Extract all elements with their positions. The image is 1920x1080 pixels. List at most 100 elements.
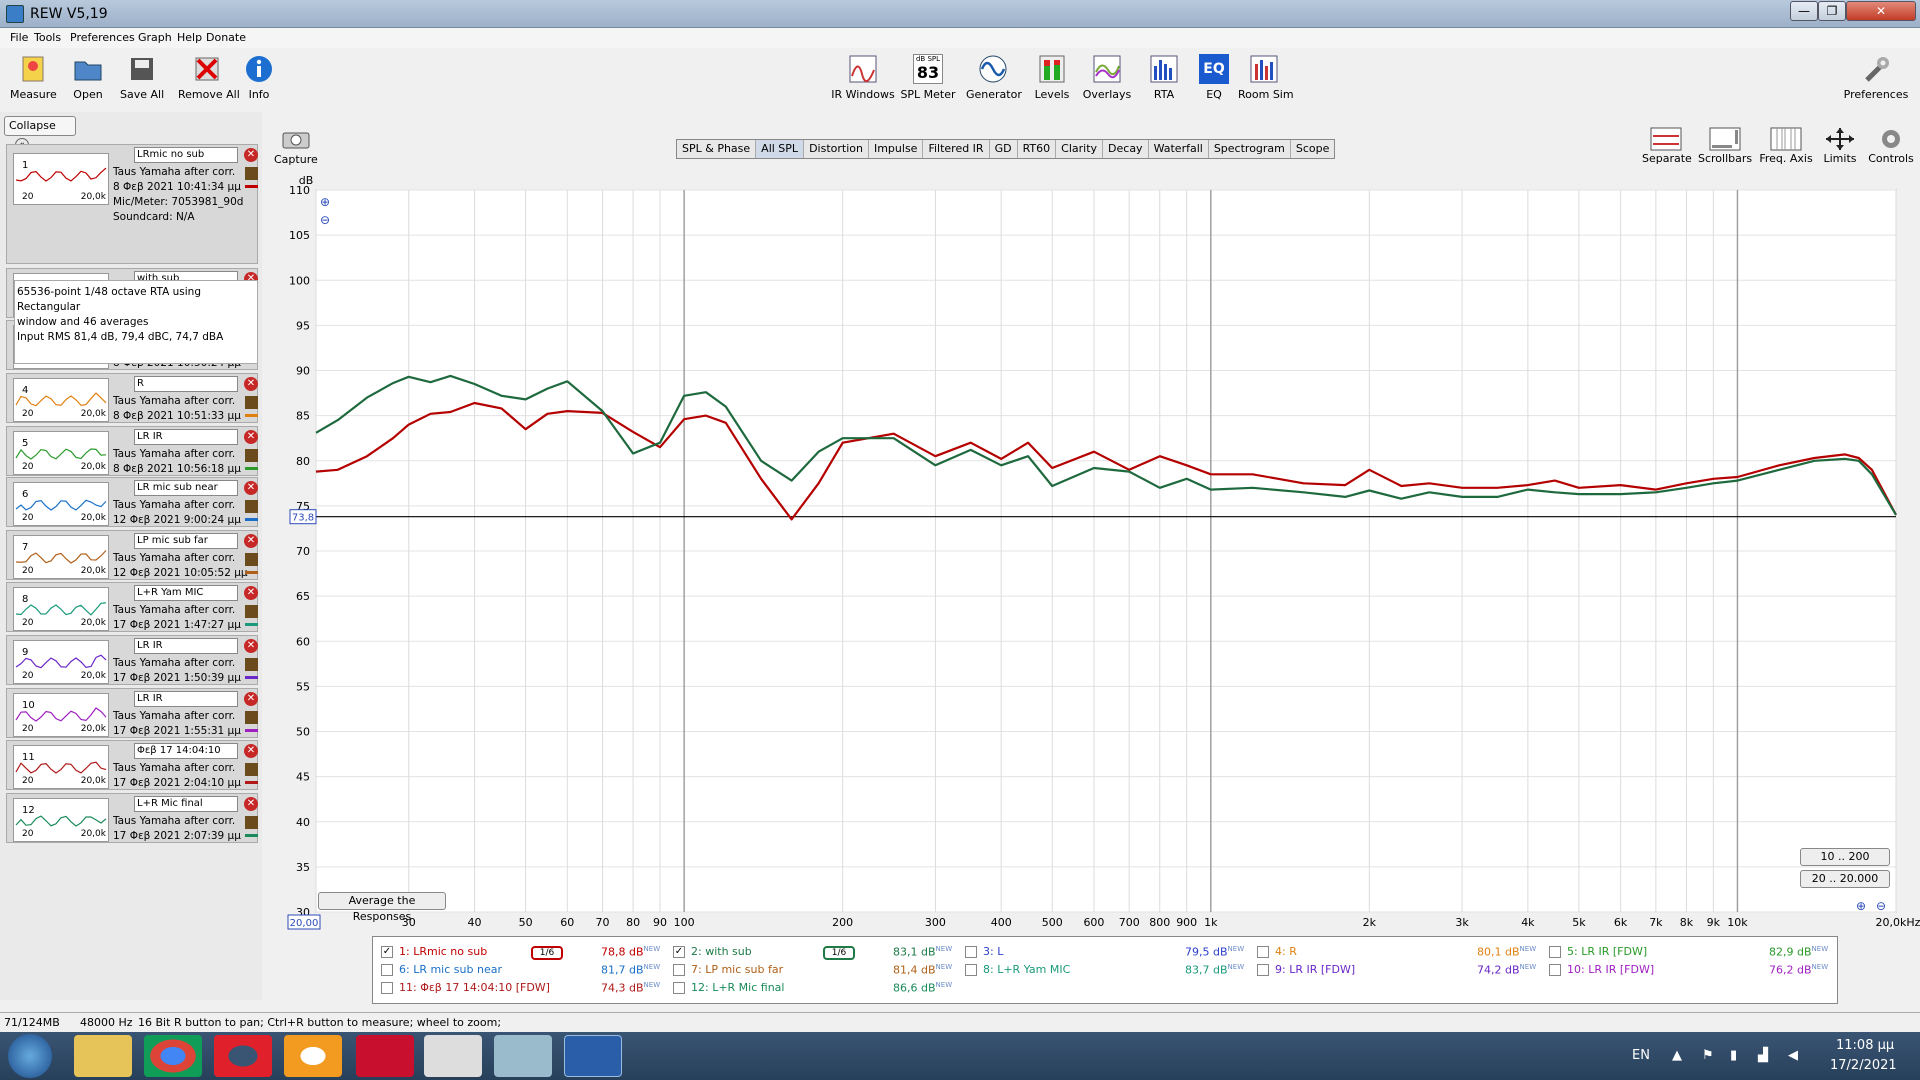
menu-file[interactable]: File xyxy=(10,31,28,44)
cursor-value-label[interactable]: 73,8 xyxy=(292,513,314,524)
measurement-settings-icon[interactable] xyxy=(245,500,258,513)
measurement-item[interactable]: 5 20 20,0k LR IR ✕ Taus Yamaha after corr. 8 Φ… xyxy=(6,426,258,476)
rta-button[interactable]: RTA xyxy=(1146,54,1182,101)
measurement-item[interactable]: 11 20 20,0k Φεβ 17 14:04:10 ✕ Taus Yamaha aft… xyxy=(6,740,258,790)
delete-measurement-icon[interactable]: ✕ xyxy=(244,744,258,758)
file-explorer-taskbar-icon[interactable] xyxy=(74,1035,132,1077)
notepad-taskbar-icon[interactable] xyxy=(424,1035,482,1077)
measurement-color-icon[interactable] xyxy=(245,781,258,784)
tab-spectrogram[interactable]: Spectrogram xyxy=(1209,140,1291,158)
measurement-color-icon[interactable] xyxy=(245,676,258,679)
range-20-20000-button[interactable]: 20 .. 20.000 xyxy=(1800,870,1890,888)
measurement-name-field[interactable]: LP mic sub far xyxy=(134,533,238,549)
menu-graph[interactable]: Graph xyxy=(138,31,172,44)
measurement-settings-icon[interactable] xyxy=(245,553,258,566)
legend-item[interactable]: 8: L+R Yam MIC 83,7 dBNEW xyxy=(965,963,1245,979)
measurement-settings-icon[interactable] xyxy=(245,711,258,724)
delete-measurement-icon[interactable]: ✕ xyxy=(244,692,258,706)
info-button[interactable]: Info xyxy=(244,54,274,101)
room-sim-button[interactable]: Room Sim xyxy=(1238,54,1294,101)
spl-meter-button[interactable]: dB SPL 83 SPL Meter xyxy=(900,54,956,101)
measurement-settings-icon[interactable] xyxy=(245,605,258,618)
measurement-name-field[interactable]: R xyxy=(134,376,238,392)
delete-measurement-icon[interactable]: ✕ xyxy=(244,148,258,162)
delete-measurement-icon[interactable]: ✕ xyxy=(244,377,258,391)
legend-checkbox[interactable] xyxy=(1549,946,1561,958)
tab-scope[interactable]: Scope xyxy=(1291,140,1335,158)
maximize-button[interactable]: ❐ xyxy=(1818,1,1846,21)
x-zoom-in-icon[interactable]: ⊕ xyxy=(1856,899,1866,913)
language-indicator[interactable]: EN xyxy=(1632,1048,1650,1063)
network-icon[interactable]: ▟ xyxy=(1758,1048,1768,1063)
delete-measurement-icon[interactable]: ✕ xyxy=(244,534,258,548)
tab-clarity[interactable]: Clarity xyxy=(1056,140,1104,158)
x-zoom-out-icon[interactable]: ⊖ xyxy=(1876,899,1886,913)
legend-item[interactable]: ✓ 2: with sub 1/6 83,1 dBNEW xyxy=(673,945,953,961)
legend-checkbox[interactable] xyxy=(965,964,977,976)
measurement-settings-icon[interactable] xyxy=(245,449,258,462)
legend-item[interactable]: ✓ 1: LRmic no sub 1/6 78,8 dBNEW xyxy=(381,945,661,961)
measurement-color-icon[interactable] xyxy=(245,467,258,470)
measurement-item[interactable]: 9 20 20,0k LR IR ✕ Taus Yamaha after corr. 17 … xyxy=(6,635,258,685)
tab-decay[interactable]: Decay xyxy=(1103,140,1149,158)
tab-impulse[interactable]: Impulse xyxy=(869,140,924,158)
tab-distortion[interactable]: Distortion xyxy=(804,140,869,158)
tab-spl-phase[interactable]: SPL & Phase xyxy=(677,140,757,158)
menu-help[interactable]: Help xyxy=(177,31,202,44)
measurement-item[interactable]: 1 20 20,0k LRmic no sub ✕ Taus Yamaha after c… xyxy=(6,144,258,264)
delete-measurement-icon[interactable]: ✕ xyxy=(244,639,258,653)
average-responses-button[interactable]: Average the Responses xyxy=(318,892,446,923)
zoom-in-icon[interactable]: ⊕ xyxy=(320,195,330,209)
save-all-button[interactable]: Save All xyxy=(120,54,164,101)
levels-button[interactable]: Levels xyxy=(1034,54,1070,101)
legend-checkbox[interactable] xyxy=(673,964,685,976)
collapse-button[interactable]: Collapse « xyxy=(4,116,76,152)
measurement-color-icon[interactable] xyxy=(245,571,258,574)
browser-taskbar-icon[interactable] xyxy=(284,1035,342,1077)
spl-graph[interactable]: 1101051009590858075706560555045403530dB3… xyxy=(262,160,1920,940)
open-button[interactable]: Open xyxy=(70,54,106,101)
smoothing-badge[interactable]: 1/6 xyxy=(531,946,563,960)
legend-checkbox[interactable] xyxy=(381,982,393,994)
legend-checkbox[interactable] xyxy=(673,982,685,994)
x-start-label[interactable]: 20,00 xyxy=(290,918,319,929)
measurement-name-field[interactable]: LRmic no sub xyxy=(134,147,238,163)
measurement-color-icon[interactable] xyxy=(245,834,258,837)
legend-checkbox[interactable] xyxy=(381,964,393,976)
measure-button[interactable]: Measure xyxy=(10,54,57,101)
legend-item[interactable]: 9: LR IR [FDW] 74,2 dBNEW xyxy=(1257,963,1537,979)
measurement-name-field[interactable]: Φεβ 17 14:04:10 xyxy=(134,743,238,759)
range-10-200-button[interactable]: 10 .. 200 xyxy=(1800,848,1890,866)
measurement-name-field[interactable]: LR IR xyxy=(134,429,238,445)
measurement-color-icon[interactable] xyxy=(245,185,258,188)
legend-item[interactable]: 7: LP mic sub far 81,4 dBNEW xyxy=(673,963,953,979)
legend-checkbox[interactable] xyxy=(965,946,977,958)
spl-chart-area[interactable]: 1101051009590858075706560555045403530dB3… xyxy=(262,160,1920,940)
overlays-button[interactable]: Overlays xyxy=(1082,54,1132,101)
legend-item[interactable]: 12: L+R Mic final 86,6 dBNEW xyxy=(673,981,953,997)
measurement-settings-icon[interactable] xyxy=(245,658,258,671)
eq-button[interactable]: EQ EQ xyxy=(1196,54,1232,101)
delete-measurement-icon[interactable]: ✕ xyxy=(244,797,258,811)
delete-measurement-icon[interactable]: ✕ xyxy=(244,586,258,600)
measurement-settings-icon[interactable] xyxy=(245,763,258,776)
measurement-item[interactable]: 10 20 20,0k LR IR ✕ Taus Yamaha after corr. 17… xyxy=(6,688,258,738)
measurement-item[interactable]: 8 20 20,0k L+R Yam MIC ✕ Taus Yamaha after co… xyxy=(6,582,258,632)
chrome-taskbar-icon[interactable] xyxy=(144,1035,202,1077)
paint-taskbar-icon[interactable] xyxy=(494,1035,552,1077)
measurement-color-icon[interactable] xyxy=(245,623,258,626)
measurement-color-icon[interactable] xyxy=(245,518,258,521)
tab-waterfall[interactable]: Waterfall xyxy=(1149,140,1209,158)
power-icon[interactable]: ▮ xyxy=(1730,1048,1737,1063)
measurement-settings-icon[interactable] xyxy=(245,816,258,829)
legend-checkbox[interactable]: ✓ xyxy=(673,946,685,958)
measurement-notes[interactable]: 65536-point 1/48 octave RTA using Rectan… xyxy=(14,280,258,364)
smoothing-badge[interactable]: 1/6 xyxy=(823,946,855,960)
measurement-name-field[interactable]: L+R Yam MIC xyxy=(134,585,238,601)
measurement-name-field[interactable]: L+R Mic final xyxy=(134,796,238,812)
menu-tools[interactable]: Tools xyxy=(34,31,61,44)
measurement-item[interactable]: 7 20 20,0k LP mic sub far ✕ Taus Yamaha after… xyxy=(6,530,258,580)
measurement-item[interactable]: 12 20 20,0k L+R Mic final ✕ Taus Yamaha after… xyxy=(6,793,258,843)
measurement-settings-icon[interactable] xyxy=(245,167,258,180)
tab-filtered-ir[interactable]: Filtered IR xyxy=(923,140,990,158)
